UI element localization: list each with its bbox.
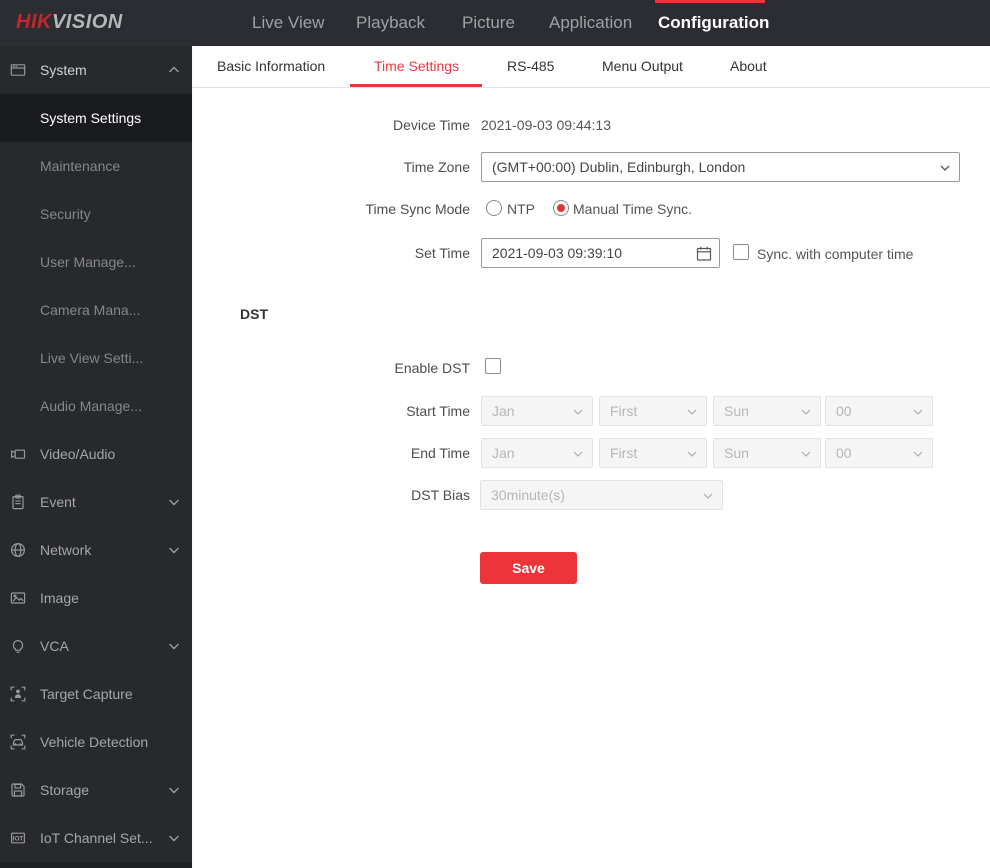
svg-text:IOT: IOT (13, 835, 24, 842)
